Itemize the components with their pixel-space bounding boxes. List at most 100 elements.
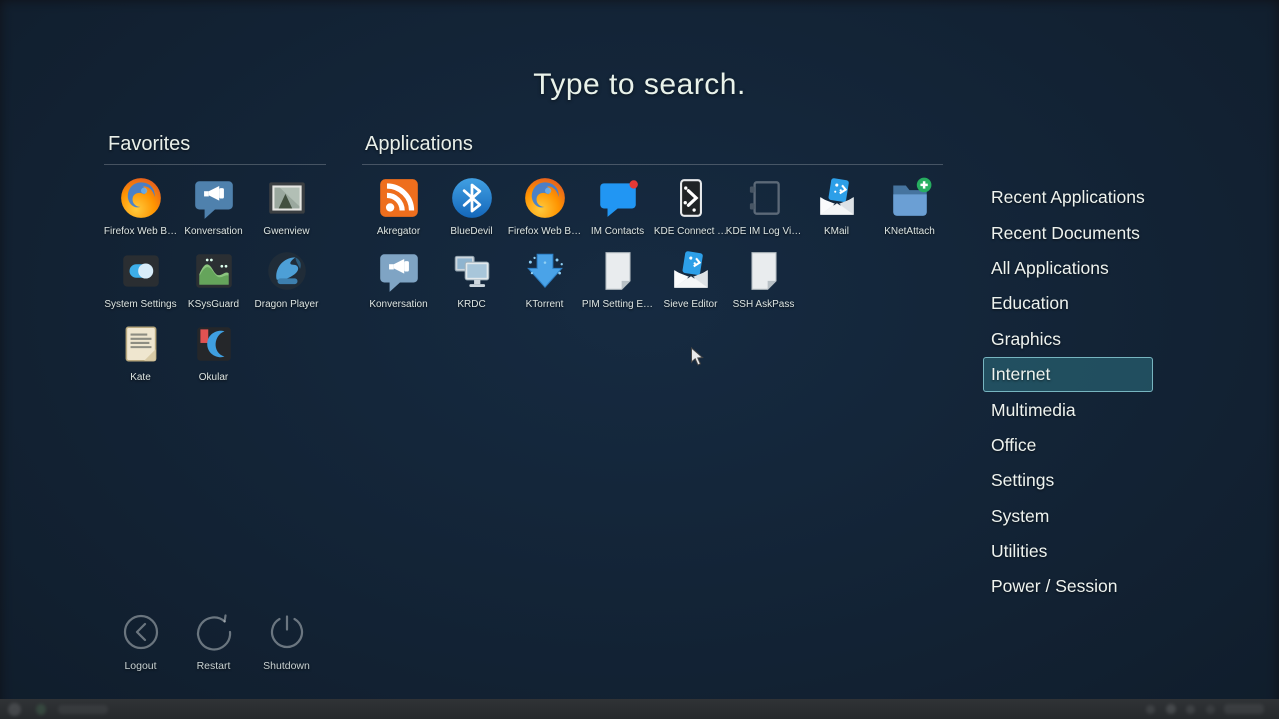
app-label: KRDC	[457, 299, 485, 310]
category-list: Recent Applications Recent Documents All…	[984, 180, 1153, 605]
category-item-recent-documents[interactable]: Recent Documents	[983, 215, 1153, 250]
app-label: System Settings	[104, 299, 176, 310]
app-item-sieve-editor[interactable]: Sieve Editor	[654, 241, 727, 314]
shutdown-icon	[267, 612, 307, 652]
category-item-utilities[interactable]: Utilities	[983, 534, 1153, 569]
kde-im-log-icon	[741, 175, 787, 221]
firefox-icon	[118, 175, 164, 221]
kmail-icon	[814, 175, 860, 221]
app-item-kate[interactable]: Kate	[104, 314, 177, 387]
ktorrent-icon	[522, 248, 568, 294]
category-item-all-applications[interactable]: All Applications	[983, 251, 1153, 286]
category-label: Recent Documents	[991, 223, 1140, 244]
category-item-education[interactable]: Education	[983, 286, 1153, 321]
app-item-dragon-player[interactable]: Dragon Player	[250, 241, 323, 314]
app-label: Sieve Editor	[664, 299, 718, 310]
app-label: Akregator	[377, 226, 420, 237]
app-label: Kate	[130, 372, 151, 383]
app-label: Konversation	[369, 299, 427, 310]
category-item-graphics[interactable]: Graphics	[983, 322, 1153, 357]
app-item-firefox-web-b[interactable]: Firefox Web B…	[508, 168, 581, 241]
category-item-multimedia[interactable]: Multimedia	[983, 392, 1153, 427]
applications-header: Applications	[365, 133, 473, 156]
session-label: Logout	[124, 660, 156, 672]
category-label: System	[991, 506, 1049, 527]
app-label: Konversation	[184, 226, 242, 237]
taskbar-task-entry	[58, 705, 108, 714]
app-label: SSH AskPass	[733, 299, 795, 310]
app-item-knetattach[interactable]: KNetAttach	[873, 168, 946, 241]
krdc-icon	[449, 248, 495, 294]
category-item-system[interactable]: System	[983, 499, 1153, 534]
category-label: Office	[991, 435, 1036, 456]
app-label: KDE Connect …	[654, 226, 727, 237]
app-item-im-contacts[interactable]: IM Contacts	[581, 168, 654, 241]
app-label: Gwenview	[263, 226, 309, 237]
app-label: KNetAttach	[884, 226, 935, 237]
app-item-kde-im-log-vi[interactable]: KDE IM Log Vi…	[727, 168, 800, 241]
bluedevil-icon	[449, 175, 495, 221]
category-label: Utilities	[991, 541, 1047, 562]
session-button-shutdown[interactable]: Shutdown	[250, 612, 323, 672]
app-item-kmail[interactable]: KMail	[800, 168, 873, 241]
document-icon	[741, 248, 787, 294]
app-label: KMail	[824, 226, 849, 237]
app-item-pim-setting-e[interactable]: PIM Setting E…	[581, 241, 654, 314]
session-label: Shutdown	[263, 660, 310, 672]
category-item-internet[interactable]: Internet	[983, 357, 1153, 392]
taskbar-tray-icon	[1206, 705, 1215, 714]
category-label: All Applications	[991, 258, 1109, 279]
taskbar[interactable]	[0, 699, 1279, 719]
im-contacts-icon	[595, 175, 641, 221]
app-item-krdc[interactable]: KRDC	[435, 241, 508, 314]
firefox-icon	[522, 175, 568, 221]
session-label: Restart	[197, 660, 231, 672]
category-item-settings[interactable]: Settings	[983, 463, 1153, 498]
favorites-grid: Firefox Web B… Konversation Gwenview Sys…	[104, 168, 323, 387]
taskbar-app-icon	[36, 704, 46, 715]
app-label: KSysGuard	[188, 299, 239, 310]
app-item-ssh-askpass[interactable]: SSH AskPass	[727, 241, 800, 314]
app-item-firefox-web-b[interactable]: Firefox Web B…	[104, 168, 177, 241]
dragon-player-icon	[264, 248, 310, 294]
app-item-konversation[interactable]: Konversation	[177, 168, 250, 241]
app-item-akregator[interactable]: Akregator	[362, 168, 435, 241]
app-item-okular[interactable]: Okular	[177, 314, 250, 387]
ksysguard-icon	[191, 248, 237, 294]
category-label: Multimedia	[991, 400, 1076, 421]
taskbar-tray-icon	[1186, 705, 1195, 714]
category-item-power-session[interactable]: Power / Session	[983, 569, 1153, 604]
category-label: Settings	[991, 470, 1054, 491]
gwenview-icon	[264, 175, 310, 221]
app-label: BlueDevil	[450, 226, 492, 237]
category-item-office[interactable]: Office	[983, 428, 1153, 463]
app-label: KTorrent	[526, 299, 564, 310]
app-item-bluedevil[interactable]: BlueDevil	[435, 168, 508, 241]
session-button-restart[interactable]: Restart	[177, 612, 250, 672]
taskbar-tray-icon	[1146, 705, 1155, 714]
kde-connect-icon	[668, 175, 714, 221]
category-item-recent-applications[interactable]: Recent Applications	[983, 180, 1153, 215]
app-item-ksysguard[interactable]: KSysGuard	[177, 241, 250, 314]
app-item-ktorrent[interactable]: KTorrent	[508, 241, 581, 314]
konversation-icon	[191, 175, 237, 221]
taskbar-tray-icon	[1166, 704, 1176, 714]
app-item-kde-connect[interactable]: KDE Connect …	[654, 168, 727, 241]
app-item-gwenview[interactable]: Gwenview	[250, 168, 323, 241]
document-icon	[595, 248, 641, 294]
session-controls: Logout Restart Shutdown	[104, 612, 323, 672]
app-item-konversation[interactable]: Konversation	[362, 241, 435, 314]
app-label: Firefox Web B…	[104, 226, 177, 237]
session-button-logout[interactable]: Logout	[104, 612, 177, 672]
app-label: KDE IM Log Vi…	[726, 226, 801, 237]
category-label: Education	[991, 293, 1069, 314]
app-label: Firefox Web B…	[508, 226, 581, 237]
app-label: IM Contacts	[591, 226, 644, 237]
app-label: Dragon Player	[255, 299, 319, 310]
app-item-system-settings[interactable]: System Settings	[104, 241, 177, 314]
category-label: Recent Applications	[991, 187, 1145, 208]
app-label: PIM Setting E…	[582, 299, 653, 310]
application-dashboard: Type to search. Favorites Firefox Web B……	[0, 0, 1279, 719]
search-input[interactable]: Type to search.	[0, 68, 1279, 102]
kate-icon	[118, 321, 164, 367]
